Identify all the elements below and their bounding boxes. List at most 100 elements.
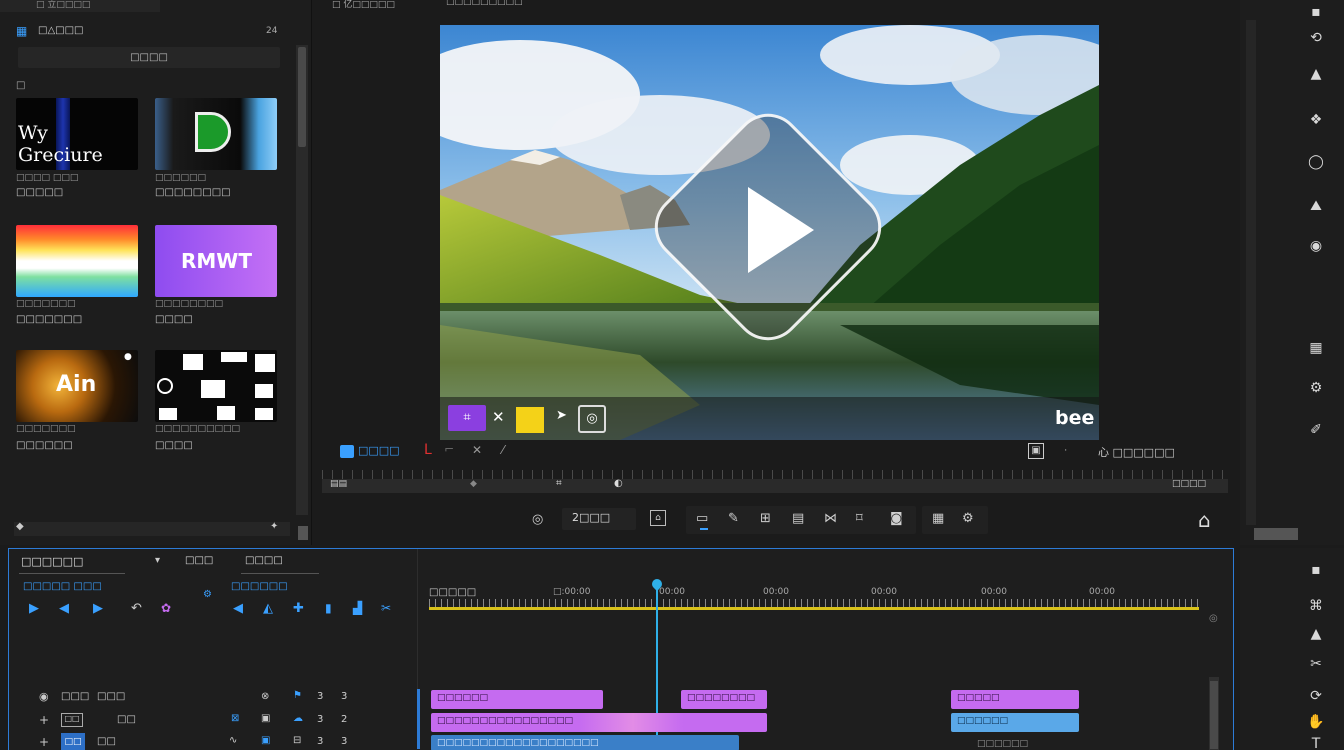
sync-lock-icon[interactable]: ⊠ — [231, 713, 239, 724]
sync-icon[interactable]: ⟳ — [1306, 686, 1326, 706]
diamond-icon[interactable]: ◆ — [16, 521, 24, 532]
grid-tool-icon[interactable]: ▦ — [1306, 338, 1326, 358]
brush-icon[interactable]: ✐ — [1306, 420, 1326, 440]
timeline-clip[interactable]: □□□□□□ — [431, 690, 603, 709]
layers-icon[interactable]: ❖ — [1306, 110, 1326, 130]
effect-thumbnail[interactable]: Ain ● — [16, 350, 138, 422]
rotate-icon[interactable]: ⟲ — [1306, 28, 1326, 48]
timeline-clip[interactable]: □□□□□□ — [951, 713, 1079, 732]
yellow-grid-icon[interactable] — [516, 407, 544, 433]
scissors-icon[interactable]: ✂ — [1306, 654, 1326, 674]
link-icon[interactable]: ⚙ — [203, 589, 212, 600]
wave-icon[interactable]: ∿ — [229, 735, 237, 746]
bag-icon[interactable]: ⊞ — [760, 511, 771, 526]
timeline-clip[interactable]: □□□□□□□□□□□□□□□□□□□ — [431, 735, 739, 750]
scroll-indicator-icon[interactable]: ◎ — [1209, 613, 1218, 624]
solo-icon[interactable]: ⊟ — [293, 735, 301, 746]
flower-icon[interactable]: ✿ — [161, 601, 171, 615]
settings-icon[interactable]: ⚙ — [962, 511, 974, 526]
close-icon[interactable]: ✕ — [492, 408, 505, 426]
monitor-tab[interactable]: □ 亿□□□□□ — [332, 0, 395, 10]
link-toggle-icon[interactable]: ⊗ — [261, 691, 269, 702]
rail-handle[interactable] — [1254, 528, 1298, 540]
marker-icon[interactable]: ▮ — [325, 601, 332, 615]
gear-icon[interactable]: ⚙ — [1306, 378, 1326, 398]
type-icon[interactable]: T — [1306, 734, 1326, 750]
add-track-icon[interactable]: + — [39, 713, 49, 727]
triangle-icon[interactable]: ▲ — [1306, 624, 1326, 644]
timeline-clip[interactable]: □□□□□□□□□□□□□□□□ — [431, 713, 767, 732]
lock-icon[interactable]: ▣ — [261, 713, 270, 724]
scrollbar-thumb[interactable] — [298, 47, 306, 147]
add-track-icon[interactable]: + — [39, 735, 49, 749]
effect-thumbnail[interactable]: RMWT — [155, 225, 277, 297]
timeline-clip[interactable]: □□□□□ — [951, 690, 1079, 709]
zoom-icon[interactable]: ◎ — [532, 512, 543, 527]
cursor-icon[interactable]: ➤ — [556, 408, 567, 423]
hand-icon[interactable]: ✋ — [1306, 712, 1326, 732]
grid-icon[interactable]: ▦ — [16, 24, 27, 38]
pin-icon[interactable]: ▪ — [1306, 2, 1326, 22]
mute-icon[interactable]: ▣ — [261, 735, 270, 746]
search-button[interactable]: □□□□ — [18, 47, 280, 68]
mark-in-icon[interactable]: L — [424, 442, 432, 458]
effect-thumbnail[interactable]: Wy Greciure — [16, 98, 138, 170]
mountain-icon[interactable]: ⛰ — [1306, 196, 1326, 216]
play-icon[interactable] — [748, 187, 814, 273]
film-icon[interactable]: ⌘ — [1306, 596, 1326, 616]
pen-icon[interactable]: ✎ — [728, 511, 739, 526]
timeline-scrollbar-thumb[interactable] — [1210, 681, 1218, 749]
add-icon[interactable]: ✚ — [293, 601, 304, 616]
corner-handle[interactable] — [298, 526, 308, 540]
crop-icon[interactable]: ⌑ — [856, 511, 863, 526]
dropdown-icon[interactable]: ▾ — [155, 555, 160, 566]
slash-icon[interactable]: ⁄ — [502, 443, 504, 457]
ripple-icon[interactable]: ◭ — [263, 601, 273, 616]
track-label: □□ — [117, 714, 136, 725]
cross-icon[interactable]: ✕ — [472, 443, 482, 457]
monitor-status-label: □□□□ — [358, 444, 400, 457]
cloud-icon[interactable]: ☁ — [293, 713, 303, 724]
timeline-scrollbar[interactable] — [1209, 677, 1219, 750]
dot-icon[interactable]: ᐧ — [1064, 444, 1067, 457]
work-area-bar[interactable] — [429, 607, 1199, 610]
scrollbar-track[interactable] — [296, 45, 308, 515]
video-preview[interactable]: ⌗ ✕ ➤ ◎ bee — [440, 25, 1099, 440]
slip-icon[interactable]: ▟ — [353, 601, 362, 615]
dot-icon[interactable]: ▪ — [1306, 560, 1326, 580]
timeline-clip[interactable]: □□□□□□□□ — [681, 690, 767, 709]
back-icon[interactable]: ◀ — [233, 601, 243, 616]
purple-effect-icon[interactable]: ⌗ — [448, 405, 486, 431]
target-icon[interactable]: ◎ — [578, 405, 606, 433]
rewind-icon[interactable]: ◀ — [59, 601, 69, 616]
wrench-icon[interactable]: ✦ — [270, 521, 278, 532]
forward-icon[interactable]: ▶ — [93, 601, 103, 616]
grid-view-icon[interactable]: ▦ — [932, 511, 944, 526]
camera-icon[interactable]: ◙ — [890, 511, 903, 526]
effect-thumbnail[interactable] — [155, 98, 277, 170]
monitor-scrub-bar[interactable]: ▤▤ ◆ ⌗ ◐ □□□□ — [322, 478, 1228, 493]
effect-thumbnail[interactable] — [155, 350, 277, 422]
list-icon[interactable]: ▤ — [792, 511, 804, 526]
export-frame-icon[interactable]: ▣ — [1028, 443, 1044, 459]
effect-thumbnail[interactable] — [16, 225, 138, 297]
mark-out-icon[interactable]: ⌐ — [444, 442, 454, 456]
monitor-badge-icon[interactable] — [340, 445, 354, 458]
home-icon[interactable]: ⌂ — [1198, 508, 1211, 532]
shape-icon[interactable]: ▲ — [1306, 64, 1326, 84]
zoom-field[interactable]: 2□□□ — [562, 508, 636, 530]
monitor-tab[interactable]: □□□□□□□□□ — [446, 0, 523, 7]
circle-icon[interactable]: ◯ — [1306, 152, 1326, 172]
razor-icon[interactable]: ✂ — [381, 601, 391, 615]
trim-icon[interactable]: ⋈ — [824, 511, 837, 526]
eye-icon[interactable]: ◉ — [39, 690, 49, 703]
track-name: □□ — [61, 733, 85, 750]
frame-icon[interactable]: ⌂ — [650, 510, 666, 526]
flag-icon[interactable]: ⚑ — [293, 690, 302, 701]
panel-tab-bar[interactable]: □ 立□□□□ — [0, 0, 160, 12]
color-icon[interactable]: ◉ — [1306, 236, 1326, 256]
select-tool-icon[interactable]: ▶ — [29, 601, 39, 616]
rail-scrollbar[interactable] — [1246, 20, 1256, 525]
undo-icon[interactable]: ↶ — [131, 601, 142, 616]
folder-icon[interactable]: ▭ — [696, 511, 708, 526]
